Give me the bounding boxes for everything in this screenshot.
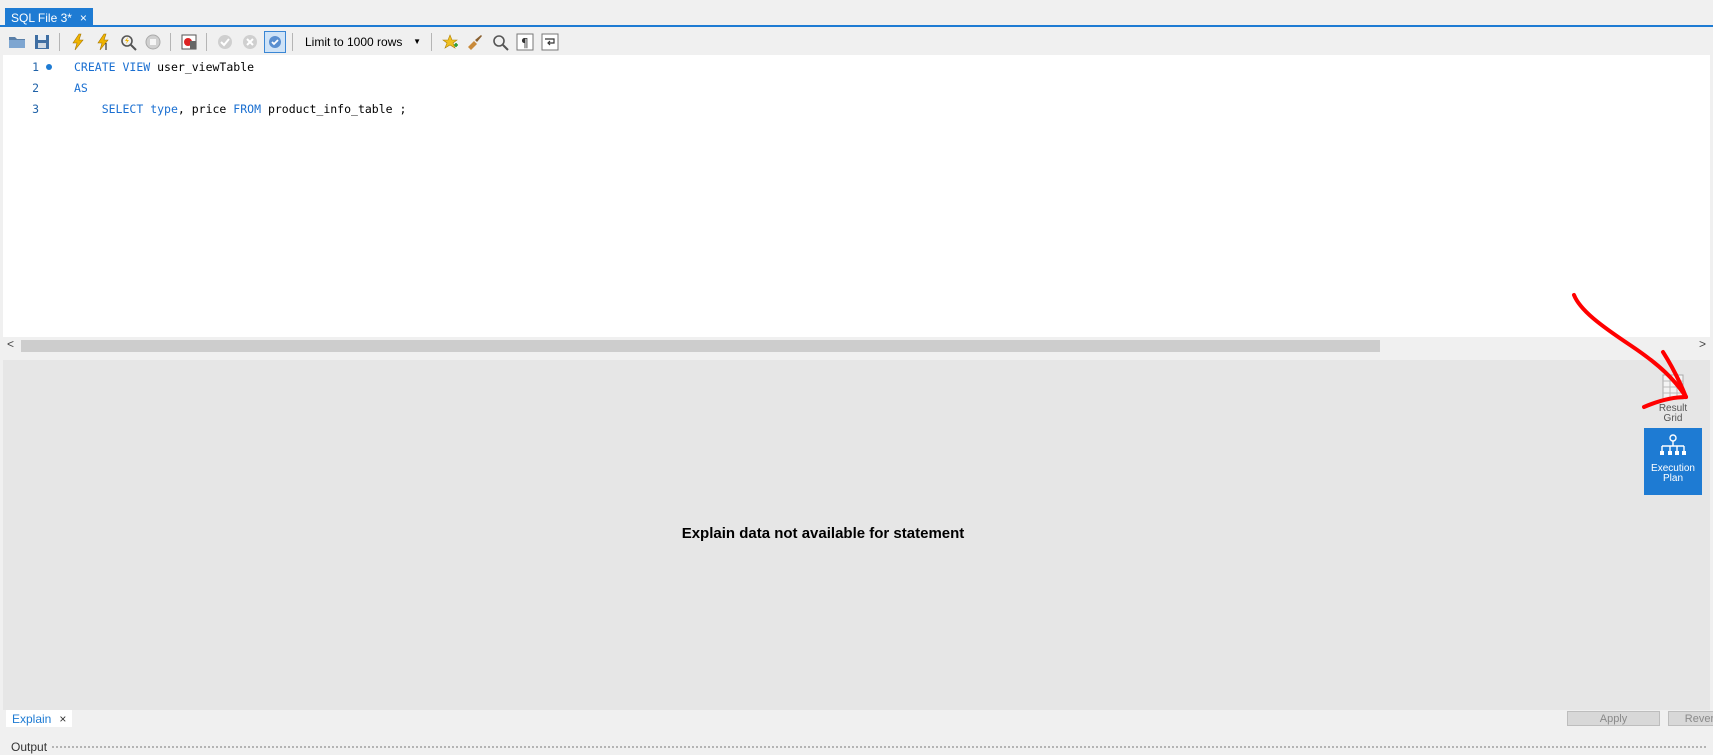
tab-explain[interactable]: Explain × <box>6 710 73 727</box>
toolbar-separator <box>431 32 432 51</box>
result-grid-label-2: Grid <box>1663 413 1683 424</box>
keyword: VIEW <box>122 60 151 74</box>
brush-icon <box>468 34 482 50</box>
cancel-circle-icon <box>243 34 257 49</box>
tab-explain-label: Explain <box>12 711 52 726</box>
code-text: SELECT type, price FROM product_info_tab… <box>74 102 407 116</box>
code-line[interactable]: 2 AS <box>3 78 1710 98</box>
line-number: 1 <box>32 60 39 74</box>
check-circle-icon <box>218 34 232 49</box>
tab-sql-file-3[interactable]: SQL File 3* × <box>5 8 93 27</box>
close-explain-tab-icon[interactable]: × <box>59 712 66 726</box>
editor-tab-strip: SQL File 3* × <box>0 0 1713 27</box>
explain-message: Explain data not available for statement <box>681 525 965 542</box>
code-line[interactable]: 1 CREATE VIEW user_viewTable <box>3 57 1710 77</box>
commit-button[interactable] <box>214 31 236 53</box>
code-text: CREATE VIEW user_viewTable <box>74 60 254 74</box>
add-snippet-button[interactable] <box>439 31 461 53</box>
keyword: FROM <box>233 102 261 116</box>
revert-button[interactable]: Revert <box>1668 711 1713 726</box>
stop-icon <box>145 34 161 49</box>
star-plus-icon <box>442 33 458 49</box>
svg-text:¶: ¶ <box>521 36 529 50</box>
output-panel-header[interactable]: Output <box>3 738 1710 755</box>
execution-plan-button[interactable]: Execution Plan <box>1644 428 1702 495</box>
magnifier-lightning-icon <box>121 34 137 51</box>
keyword: CREATE <box>74 60 116 74</box>
toolbar-separator <box>292 32 293 51</box>
lightning-cursor-icon <box>97 33 109 50</box>
scrollbar-thumb[interactable] <box>21 340 1380 352</box>
rollback-button[interactable] <box>239 31 261 53</box>
execution-plan-label-2: Plan <box>1662 473 1683 484</box>
red-arrow-annotation-icon <box>1572 293 1688 409</box>
autocommit-icon <box>269 35 281 48</box>
beautify-button[interactable] <box>464 31 486 53</box>
identifier: , price <box>177 102 227 116</box>
toggle-stop-on-error-button[interactable] <box>178 31 200 53</box>
result-tabs-bar: Explain × Apply Revert <box>3 710 1713 727</box>
pilcrow-icon: ¶ <box>516 33 534 50</box>
execution-plan-icon <box>1660 434 1686 455</box>
open-file-button[interactable] <box>6 31 28 53</box>
limit-rows-select[interactable]: Limit to 1000 rows ▼ <box>301 32 425 52</box>
explain-button[interactable] <box>117 31 139 53</box>
lightning-icon <box>72 33 84 50</box>
workbench-window: SQL File 3* × Limit to 1000 rows ▼ ¶ 1 C… <box>0 0 1713 755</box>
close-tab-icon[interactable]: × <box>80 11 87 25</box>
toolbar-separator <box>170 32 171 51</box>
sql-editor[interactable]: 1 CREATE VIEW user_viewTable 2 AS 3 SELE… <box>3 55 1710 337</box>
invisible-chars-button[interactable]: ¶ <box>514 31 536 53</box>
output-label: Output <box>11 739 48 754</box>
apply-button[interactable]: Apply <box>1567 711 1660 726</box>
keyword: SELECT <box>101 102 144 116</box>
resize-grip[interactable] <box>51 744 1706 749</box>
stop-on-error-icon <box>181 34 197 49</box>
editor-horizontal-scrollbar[interactable]: < > <box>3 337 1710 354</box>
save-icon <box>35 34 49 49</box>
code-line[interactable]: 3 SELECT type, price FROM product_info_t… <box>3 99 1710 119</box>
search-icon <box>493 34 509 51</box>
identifier: product_info_table ; <box>267 102 407 116</box>
dropdown-arrow-icon: ▼ <box>413 37 421 46</box>
line-number: 2 <box>32 81 39 95</box>
keyword: type <box>150 102 178 116</box>
sql-editor-toolbar: Limit to 1000 rows ▼ ¶ <box>3 28 1710 55</box>
execute-button[interactable] <box>67 31 89 53</box>
save-button[interactable] <box>31 31 53 53</box>
tab-label: SQL File 3* <box>11 10 72 25</box>
scroll-left-icon[interactable]: < <box>7 337 14 351</box>
identifier: user_viewTable <box>157 60 255 74</box>
wrap-icon <box>541 33 559 50</box>
autocommit-toggle[interactable] <box>264 30 286 53</box>
statement-marker-icon <box>46 64 52 70</box>
result-panel: Explain data not available for statement… <box>3 360 1710 710</box>
stop-button[interactable] <box>142 31 164 53</box>
wrap-lines-button[interactable] <box>539 31 561 53</box>
keyword: AS <box>74 81 88 95</box>
toolbar-separator <box>206 32 207 51</box>
execute-current-button[interactable] <box>92 31 114 53</box>
limit-rows-value: Limit to 1000 rows <box>305 34 403 49</box>
find-button[interactable] <box>489 31 511 53</box>
line-number: 3 <box>32 102 39 116</box>
folder-icon <box>9 36 25 48</box>
toolbar-separator <box>59 32 60 51</box>
code-text: AS <box>74 81 88 95</box>
